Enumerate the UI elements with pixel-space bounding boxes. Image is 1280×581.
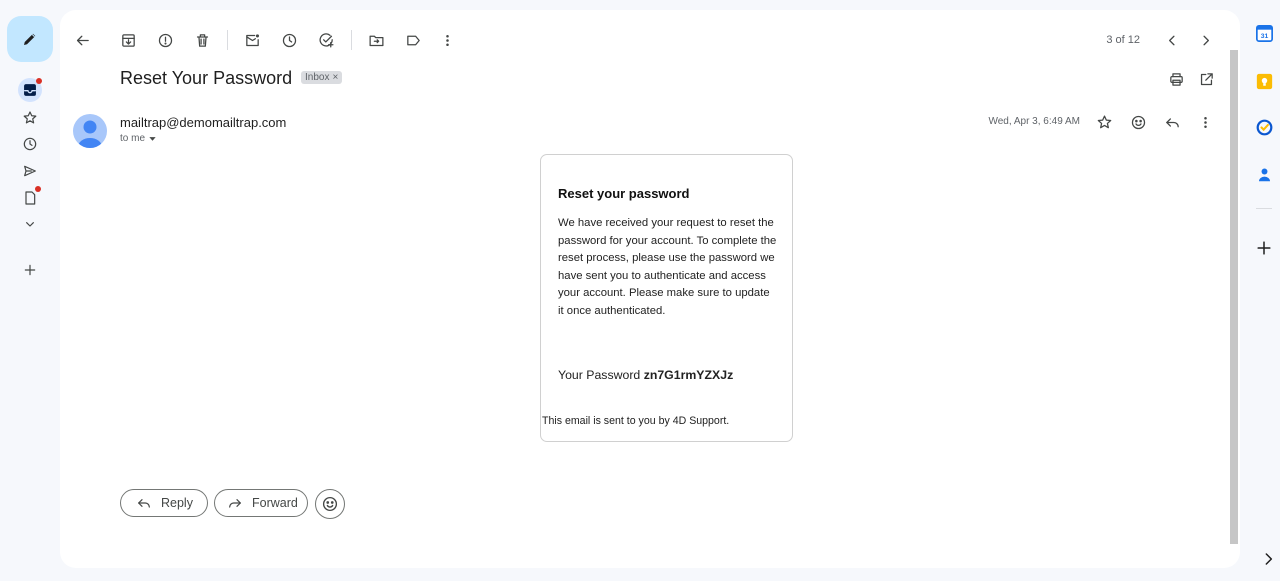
rail-item-more[interactable] — [18, 212, 42, 236]
snooze-button[interactable] — [279, 30, 299, 50]
recipient-text: to me — [120, 133, 146, 144]
password-line: Your Password zn7G1rmYZXJz — [558, 368, 733, 382]
emoji-icon — [1131, 115, 1145, 129]
print-icon — [1169, 72, 1183, 86]
clock-icon — [23, 137, 37, 151]
back-button[interactable] — [72, 30, 92, 50]
older-button[interactable] — [1195, 30, 1215, 50]
email-footer: This email is sent to you by 4D Support. — [542, 415, 730, 427]
rail-item-drafts[interactable] — [18, 186, 42, 210]
caret-down-icon — [149, 137, 156, 141]
toolbar-divider — [351, 30, 352, 50]
print-button[interactable] — [1166, 69, 1186, 89]
alert-icon — [158, 33, 172, 47]
send-icon — [24, 165, 36, 177]
rail-item-inbox[interactable] — [18, 78, 42, 102]
mark-unread-button[interactable] — [242, 30, 262, 50]
sender-email[interactable]: mailtrap@demomailtrap.com — [120, 115, 286, 130]
message-subject: Reset Your Password — [120, 68, 293, 88]
archive-icon — [121, 33, 135, 47]
chevron-right-icon — [1202, 35, 1209, 45]
chevron-down-icon — [26, 222, 34, 227]
newer-button[interactable] — [1162, 30, 1182, 50]
reply-button[interactable]: Reply — [120, 489, 208, 517]
star-icon — [23, 111, 37, 124]
tasks-icon — [1256, 119, 1272, 135]
email-content-card: Reset your password We have received you… — [540, 154, 793, 442]
pencil-icon — [24, 33, 36, 45]
password-label: Your Password — [558, 368, 641, 382]
inbox-icon — [24, 84, 36, 96]
person-icon — [78, 120, 102, 148]
add-to-tasks-button[interactable] — [316, 30, 336, 50]
forward-button[interactable]: Forward — [214, 489, 308, 517]
rail-item-sent[interactable] — [18, 159, 42, 183]
inbox-label-chip[interactable]: Inbox × — [301, 71, 343, 84]
calendar-app-button[interactable]: 31 — [1254, 23, 1274, 43]
message-more-button[interactable] — [1195, 112, 1215, 132]
move-to-button[interactable] — [366, 30, 386, 50]
rail-item-starred[interactable] — [18, 106, 42, 130]
sender-avatar[interactable] — [73, 114, 107, 148]
delete-button[interactable] — [192, 30, 212, 50]
clock-icon — [282, 33, 296, 47]
email-body-text: We have received your request to reset t… — [558, 217, 777, 317]
calendar-icon: 31 — [1255, 24, 1273, 42]
report-spam-button[interactable] — [155, 30, 175, 50]
keep-app-button[interactable] — [1254, 71, 1274, 91]
inbox-badge — [36, 78, 42, 84]
side-panel-divider — [1256, 208, 1272, 209]
labels-button[interactable] — [403, 30, 423, 50]
rail-item-snoozed[interactable] — [18, 132, 42, 156]
folder-move-icon — [368, 35, 384, 46]
compose-button[interactable] — [7, 16, 53, 62]
add-reaction-button[interactable] — [1128, 112, 1148, 132]
contacts-icon — [1258, 168, 1270, 181]
message-view: 3 of 12 Reset Your Password Inbox × mail… — [60, 10, 1240, 568]
more-vert-icon — [1203, 116, 1207, 128]
remove-label-icon[interactable]: × — [332, 72, 338, 83]
plus-icon — [1257, 241, 1271, 255]
side-panel-toggle-button[interactable] — [1258, 549, 1278, 569]
trash-icon — [196, 33, 208, 47]
forward-icon — [229, 499, 241, 508]
emoji-icon — [322, 496, 338, 512]
chevron-right-icon — [1265, 553, 1273, 565]
tasks-app-button[interactable] — [1254, 117, 1274, 137]
label-icon — [406, 35, 420, 45]
star-button[interactable] — [1094, 112, 1114, 132]
password-value: zn7G1rmYZXJz — [643, 368, 734, 382]
email-heading: Reset your password — [558, 186, 690, 201]
label-text: Inbox — [305, 72, 330, 83]
task-add-icon — [318, 32, 334, 48]
recipient-details[interactable]: to me — [120, 133, 157, 144]
chevron-left-icon — [1168, 35, 1175, 45]
scrollbar-thumb[interactable] — [1230, 50, 1238, 544]
contacts-app-button[interactable] — [1254, 164, 1274, 184]
drafts-badge — [35, 186, 41, 192]
archive-button[interactable] — [118, 30, 138, 50]
forward-label: Forward — [252, 496, 298, 510]
calendar-day: 31 — [1260, 33, 1268, 40]
arrow-left-icon — [76, 35, 89, 45]
star-icon — [1097, 114, 1111, 128]
toolbar-divider — [227, 30, 228, 50]
plus-icon — [24, 264, 36, 276]
keep-icon — [1256, 73, 1272, 89]
open-new-window-button[interactable] — [1196, 69, 1216, 89]
mail-dot-icon — [245, 33, 259, 46]
reply-icon — [1165, 117, 1179, 127]
reply-label: Reply — [161, 496, 193, 510]
message-date: Wed, Apr 3, 6:49 AM — [988, 116, 1080, 127]
reply-icon-button[interactable] — [1162, 112, 1182, 132]
more-vert-icon — [445, 34, 449, 46]
open-in-new-icon — [1200, 72, 1213, 85]
more-actions-button[interactable] — [437, 30, 457, 50]
add-label-button[interactable] — [18, 258, 42, 282]
get-addons-button[interactable] — [1254, 238, 1274, 258]
emoji-reaction-button[interactable] — [315, 489, 345, 519]
reply-icon — [138, 499, 150, 508]
pagination-text: 3 of 12 — [1106, 34, 1140, 46]
draft-icon — [25, 191, 36, 205]
